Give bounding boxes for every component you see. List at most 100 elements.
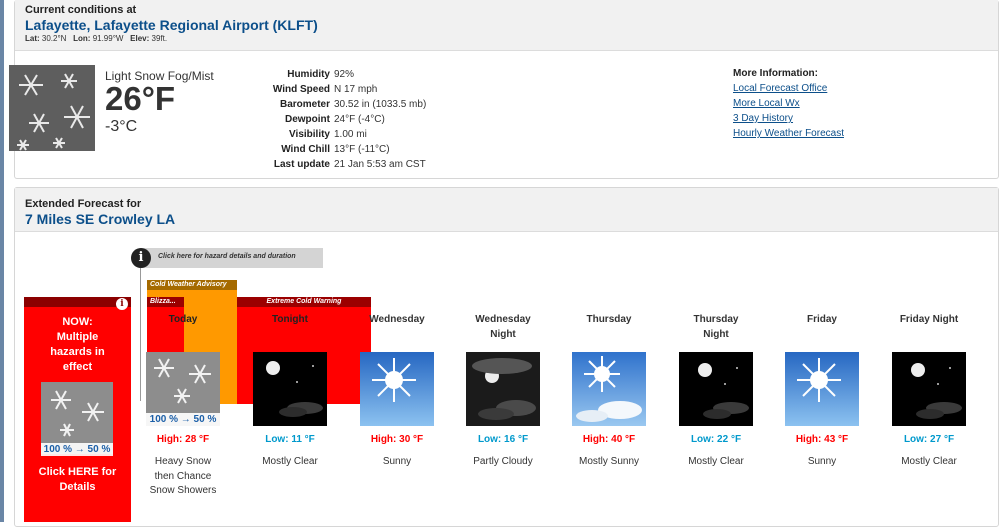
night-clear-graphic bbox=[679, 352, 753, 426]
short-line: Sunny bbox=[382, 456, 412, 467]
current-details-table: Humidity 92% Wind Speed N 17 mph Barometer… bbox=[230, 67, 426, 172]
partly-cloudy-night-graphic bbox=[466, 352, 540, 426]
night-clear-icon bbox=[892, 352, 966, 426]
period-name-line: Wednesday bbox=[369, 314, 425, 325]
short-line: Mostly Clear bbox=[901, 456, 957, 467]
station-name: Lafayette, Lafayette Regional Airport (K… bbox=[25, 17, 318, 33]
sunny-icon bbox=[360, 352, 434, 426]
info-icon: i bbox=[131, 248, 151, 268]
period-name: Friday bbox=[769, 312, 875, 344]
now-line: hazards in bbox=[50, 346, 105, 358]
period-temp: Low: 22 °F bbox=[690, 434, 742, 445]
detail-value: N 17 mph bbox=[334, 84, 378, 95]
detail-row: Visibility 1.00 mi bbox=[230, 127, 426, 142]
period-temp: High: 30 °F bbox=[370, 434, 424, 445]
period-name-line: Today bbox=[168, 314, 198, 325]
detail-value: 1.00 mi bbox=[334, 129, 367, 140]
sunny-icon bbox=[785, 352, 859, 426]
short-line: Partly Cloudy bbox=[473, 456, 533, 467]
period-short-forecast: Mostly Sunny bbox=[556, 455, 662, 470]
period-short-forecast: Mostly Clear bbox=[237, 455, 343, 470]
detail-label: Wind Chill bbox=[281, 144, 330, 155]
left-border bbox=[0, 0, 4, 522]
period-name: Thursday bbox=[556, 312, 662, 344]
period-name-line: Night bbox=[490, 329, 516, 340]
snow-icon: 100 % → 50 % bbox=[146, 352, 220, 426]
hazard-tip-text: Click here for hazard details and durati… bbox=[158, 253, 296, 260]
link-hourly-forecast[interactable]: Hourly Weather Forecast bbox=[733, 126, 844, 141]
current-temp-f: 26°F bbox=[105, 80, 176, 117]
forecast-period-thursday-night[interactable]: Thursday Night Low: 22 °F Mostly Clear bbox=[663, 312, 769, 470]
detail-label: Humidity bbox=[287, 69, 330, 80]
forecast-period-thursday[interactable]: Thursday High: 40 °F Mostly Sunny bbox=[556, 312, 662, 470]
short-line: Mostly Clear bbox=[688, 456, 744, 467]
short-line: then Chance bbox=[154, 470, 212, 482]
detail-value: 92% bbox=[334, 69, 355, 80]
night-clear-graphic bbox=[892, 352, 966, 426]
click-line: Click HERE for bbox=[38, 466, 117, 478]
blizzard-label[interactable]: Blizza... bbox=[147, 297, 184, 307]
period-temp: High: 40 °F bbox=[582, 434, 636, 445]
detail-value: 24°F (-4°C) bbox=[334, 114, 385, 125]
extended-forecast-header: Extended Forecast for 7 Miles SE Crowley… bbox=[15, 188, 998, 232]
forecast-period-friday-night[interactable]: Friday Night Low: 27 °F Mostly Clear bbox=[876, 312, 982, 470]
mostly-sunny-graphic bbox=[572, 352, 646, 426]
partly-cloudy-night-icon bbox=[466, 352, 540, 426]
period-name-line: Tonight bbox=[272, 314, 308, 325]
night-clear-icon bbox=[679, 352, 753, 426]
detail-label: Visibility bbox=[289, 129, 330, 140]
sunny-graphic bbox=[785, 352, 859, 426]
now-hazards-box[interactable]: i NOW: Multiple hazards in effect 100 % … bbox=[24, 297, 131, 522]
forecast-period-today[interactable]: Today 100 % → 50 % High: 28 °F Heavy Sno… bbox=[130, 312, 236, 499]
extended-forecast-heading: Extended Forecast for bbox=[25, 198, 142, 210]
extreme-cold-warning-label[interactable]: Extreme Cold Warning bbox=[237, 297, 371, 307]
station-coordinates: Lat: 30.2°N Lon: 91.99°W Elev: 39ft. bbox=[25, 34, 988, 43]
detail-row: Dewpoint 24°F (-4°C) bbox=[230, 112, 426, 127]
detail-row: Humidity 92% bbox=[230, 67, 426, 82]
lat-label: Lat: bbox=[25, 34, 40, 43]
forecast-period-wednesday[interactable]: Wednesday High: 30 °F Sunny bbox=[344, 312, 450, 470]
period-name-line: Friday Night bbox=[899, 314, 959, 325]
current-conditions-header: Current conditions at Lafayette, Lafayet… bbox=[15, 0, 998, 51]
period-temp: High: 28 °F bbox=[156, 434, 210, 445]
link-local-forecast-office[interactable]: Local Forecast Office bbox=[733, 81, 844, 96]
period-short-forecast: Partly Cloudy bbox=[450, 455, 556, 470]
detail-label: Wind Speed bbox=[272, 84, 330, 95]
sunny-graphic bbox=[360, 352, 434, 426]
detail-value: 30.52 in (1033.5 mb) bbox=[334, 99, 427, 110]
detail-row: Wind Chill 13°F (-11°C) bbox=[230, 142, 426, 157]
period-name-line: Thursday bbox=[586, 314, 632, 325]
info-icon: i bbox=[116, 298, 128, 310]
forecast-period-friday[interactable]: Friday High: 43 °F Sunny bbox=[769, 312, 875, 470]
lon-label: Lon: bbox=[73, 34, 91, 43]
night-clear-icon bbox=[253, 352, 327, 426]
period-temp: Low: 27 °F bbox=[903, 434, 955, 445]
period-name: Today bbox=[130, 312, 236, 344]
more-information: More Information: Local Forecast Office … bbox=[733, 67, 844, 141]
now-line: NOW: bbox=[62, 316, 93, 328]
cold-weather-advisory-label[interactable]: Cold Weather Advisory bbox=[147, 280, 237, 290]
period-short-forecast: Heavy Snow then Chance Snow Showers bbox=[130, 455, 236, 499]
link-3-day-history[interactable]: 3 Day History bbox=[733, 111, 844, 126]
now-line: effect bbox=[62, 361, 93, 373]
period-name-line: Night bbox=[703, 329, 729, 340]
now-line: Multiple bbox=[56, 331, 99, 343]
precip-chance: 100 % → 50 % bbox=[146, 413, 220, 426]
short-line: Snow Showers bbox=[149, 485, 217, 496]
period-temp: Low: 11 °F bbox=[265, 434, 315, 445]
detail-row: Last update 21 Jan 5:53 am CST bbox=[230, 157, 426, 172]
forecast-period-wednesday-night[interactable]: Wednesday Night Low: 16 °F Partly Cloudy bbox=[450, 312, 556, 470]
lat-value: 30.2°N bbox=[41, 34, 67, 43]
hazard-details-button[interactable]: i Click here for hazard details and dura… bbox=[131, 248, 323, 268]
period-short-forecast: Mostly Clear bbox=[663, 455, 769, 470]
period-name: Wednesday bbox=[344, 312, 450, 344]
detail-value: 13°F (-11°C) bbox=[334, 144, 390, 155]
forecast-period-tonight[interactable]: Tonight Low: 11 °F Mostly Clear bbox=[237, 312, 343, 470]
period-name: Thursday Night bbox=[663, 312, 769, 344]
short-line: Heavy Snow bbox=[154, 456, 212, 467]
hazard-details-link[interactable]: Click HERE for Details bbox=[24, 465, 131, 495]
period-name: Tonight bbox=[237, 312, 343, 344]
link-more-local-wx[interactable]: More Local Wx bbox=[733, 96, 844, 111]
detail-label: Barometer bbox=[279, 99, 330, 110]
detail-value: 21 Jan 5:53 am CST bbox=[334, 159, 426, 170]
